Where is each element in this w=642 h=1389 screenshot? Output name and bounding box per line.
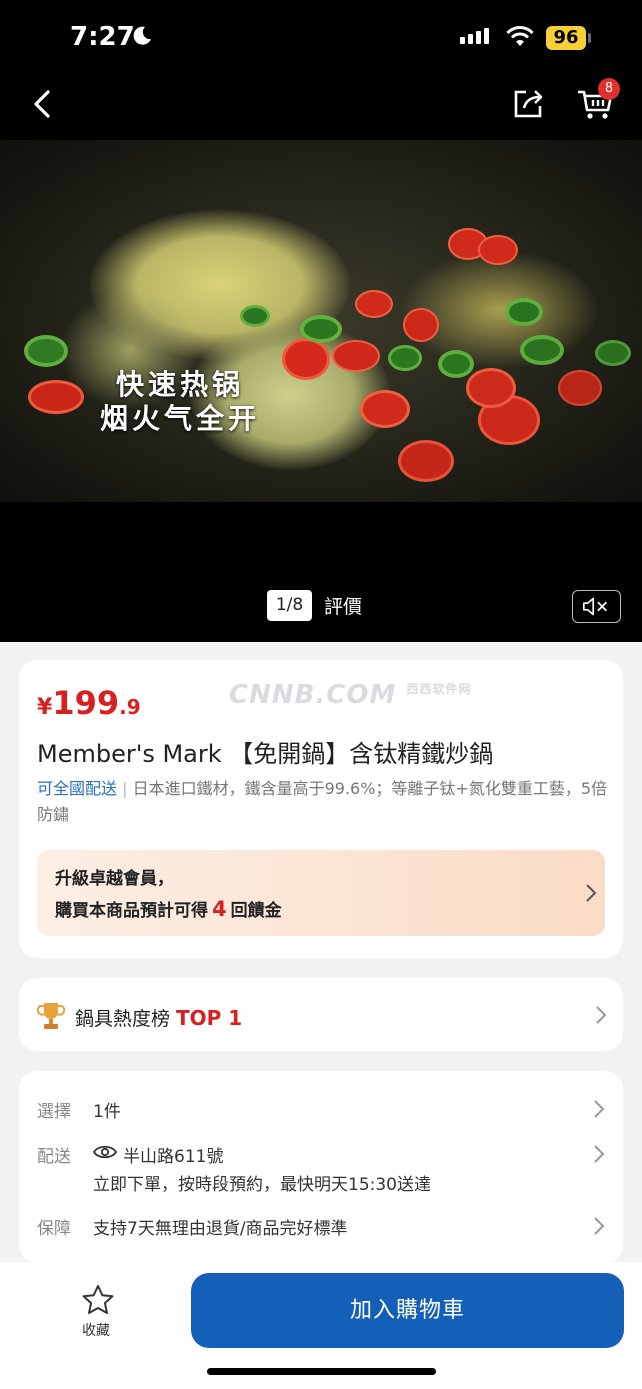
product-video[interactable]: 快速热锅 烟火气全开 xyxy=(0,140,642,502)
ranking-card[interactable]: 鍋具熱度榜 TOP 1 xyxy=(19,978,623,1051)
food-tomato xyxy=(360,390,410,428)
ranking-label: 鍋具熱度榜 TOP 1 xyxy=(75,1004,242,1031)
delivery-note: 立即下單，按時段預約，最快明天15:30送達 xyxy=(93,1175,431,1195)
promo-line-2: 購買本商品預計可得 4 回饋金 xyxy=(55,896,282,921)
status-time: 7:27 xyxy=(70,22,135,52)
reviews-tab[interactable]: 評價 xyxy=(324,592,362,619)
battery-tip xyxy=(588,33,591,43)
speaker-mute-icon[interactable] xyxy=(572,590,621,623)
food-tomato xyxy=(282,338,330,380)
product-description: 可全國配送 | 日本進口鐵材，鐵含量高于99.6%；等離子钛+氮化雙重工藝，5倍… xyxy=(37,779,607,824)
chevron-right-icon xyxy=(596,1006,607,1024)
chevron-right-icon xyxy=(586,884,597,902)
price-currency: ¥ xyxy=(37,695,53,720)
back-button[interactable] xyxy=(26,84,62,124)
watermark: CNNB.COM 西西软件网 xyxy=(229,680,471,710)
food-pepper xyxy=(300,315,342,343)
food-pepper xyxy=(438,350,474,378)
battery-level: 96 xyxy=(546,26,586,50)
delivery-label: 配送 xyxy=(37,1147,71,1167)
details-card: 選擇 1件 配送 半山路611號 立即下單，按時段預約，最快明天15:30送達 … xyxy=(19,1071,623,1263)
wifi-icon xyxy=(506,26,534,46)
food-pepper xyxy=(388,345,422,371)
media-page-indicator[interactable]: 1/8 xyxy=(267,590,312,621)
promo-prefix: 購買本商品預計可得 xyxy=(55,901,208,921)
food-tomato xyxy=(466,368,516,408)
chevron-right-icon xyxy=(594,1145,605,1163)
caption-line-1: 快速热锅 xyxy=(116,368,245,401)
food-pepper xyxy=(240,305,270,327)
food-tomato xyxy=(403,308,439,342)
chevron-right-icon xyxy=(594,1100,605,1118)
price: ¥199.9 xyxy=(37,684,141,722)
delivery-tag[interactable]: 可全國配送 xyxy=(37,779,117,798)
signal-icon xyxy=(460,28,489,44)
food-tomato xyxy=(332,340,380,372)
status-bar: 7:27 96 xyxy=(0,0,642,76)
food-tomato xyxy=(355,290,393,318)
food-pepper xyxy=(505,298,543,326)
guarantee-label: 保障 xyxy=(37,1219,71,1239)
price-integer: 199 xyxy=(52,684,120,722)
food-tomato xyxy=(558,370,602,406)
favorite-label[interactable]: 收藏 xyxy=(82,1320,110,1340)
food-tomato xyxy=(28,380,84,414)
product-title: Member's Mark 【免開鍋】含钛精鐵炒鍋 xyxy=(37,740,494,768)
select-value: 1件 xyxy=(93,1102,121,1122)
video-caption: 快速热锅 烟火气全开 xyxy=(100,368,260,436)
share-button[interactable] xyxy=(510,86,546,122)
caption-line-2: 烟火气全开 xyxy=(100,402,261,435)
moon-icon xyxy=(133,26,151,45)
cart-count-badge: 8 xyxy=(598,78,620,100)
trophy-icon xyxy=(37,1003,65,1029)
food-pepper xyxy=(520,335,564,365)
promo-points: 4 xyxy=(212,897,227,921)
home-indicator xyxy=(207,1368,436,1375)
promo-suffix: 回饋金 xyxy=(230,901,282,921)
food-tomato xyxy=(478,235,518,265)
eye-icon xyxy=(93,1145,117,1159)
add-to-cart-button[interactable]: 加入購物車 xyxy=(191,1273,624,1348)
guarantee-value: 支持7天無理由退貨/商品完好標準 xyxy=(93,1219,348,1239)
select-label: 選擇 xyxy=(37,1102,71,1122)
membership-promo[interactable]: 升級卓越會員， 購買本商品預計可得 4 回饋金 xyxy=(37,850,605,936)
delivery-address: 半山路611號 xyxy=(123,1147,224,1167)
chevron-right-icon xyxy=(594,1217,605,1235)
food-tomato xyxy=(398,440,454,482)
promo-line-1: 升級卓越會員， xyxy=(55,869,174,889)
food-pepper xyxy=(24,335,68,367)
price-decimal: .9 xyxy=(119,695,141,719)
ranking-top: TOP 1 xyxy=(176,1006,243,1030)
ranking-text: 鍋具熱度榜 xyxy=(75,1008,171,1030)
watermark-small: 西西软件网 xyxy=(406,682,472,696)
watermark-text: CNNB.COM xyxy=(229,680,397,710)
food-pepper xyxy=(595,340,631,366)
product-info-card: ¥199.9 CNNB.COM 西西软件网 Member's Mark 【免開鍋… xyxy=(19,660,623,958)
star-icon[interactable] xyxy=(81,1284,115,1316)
